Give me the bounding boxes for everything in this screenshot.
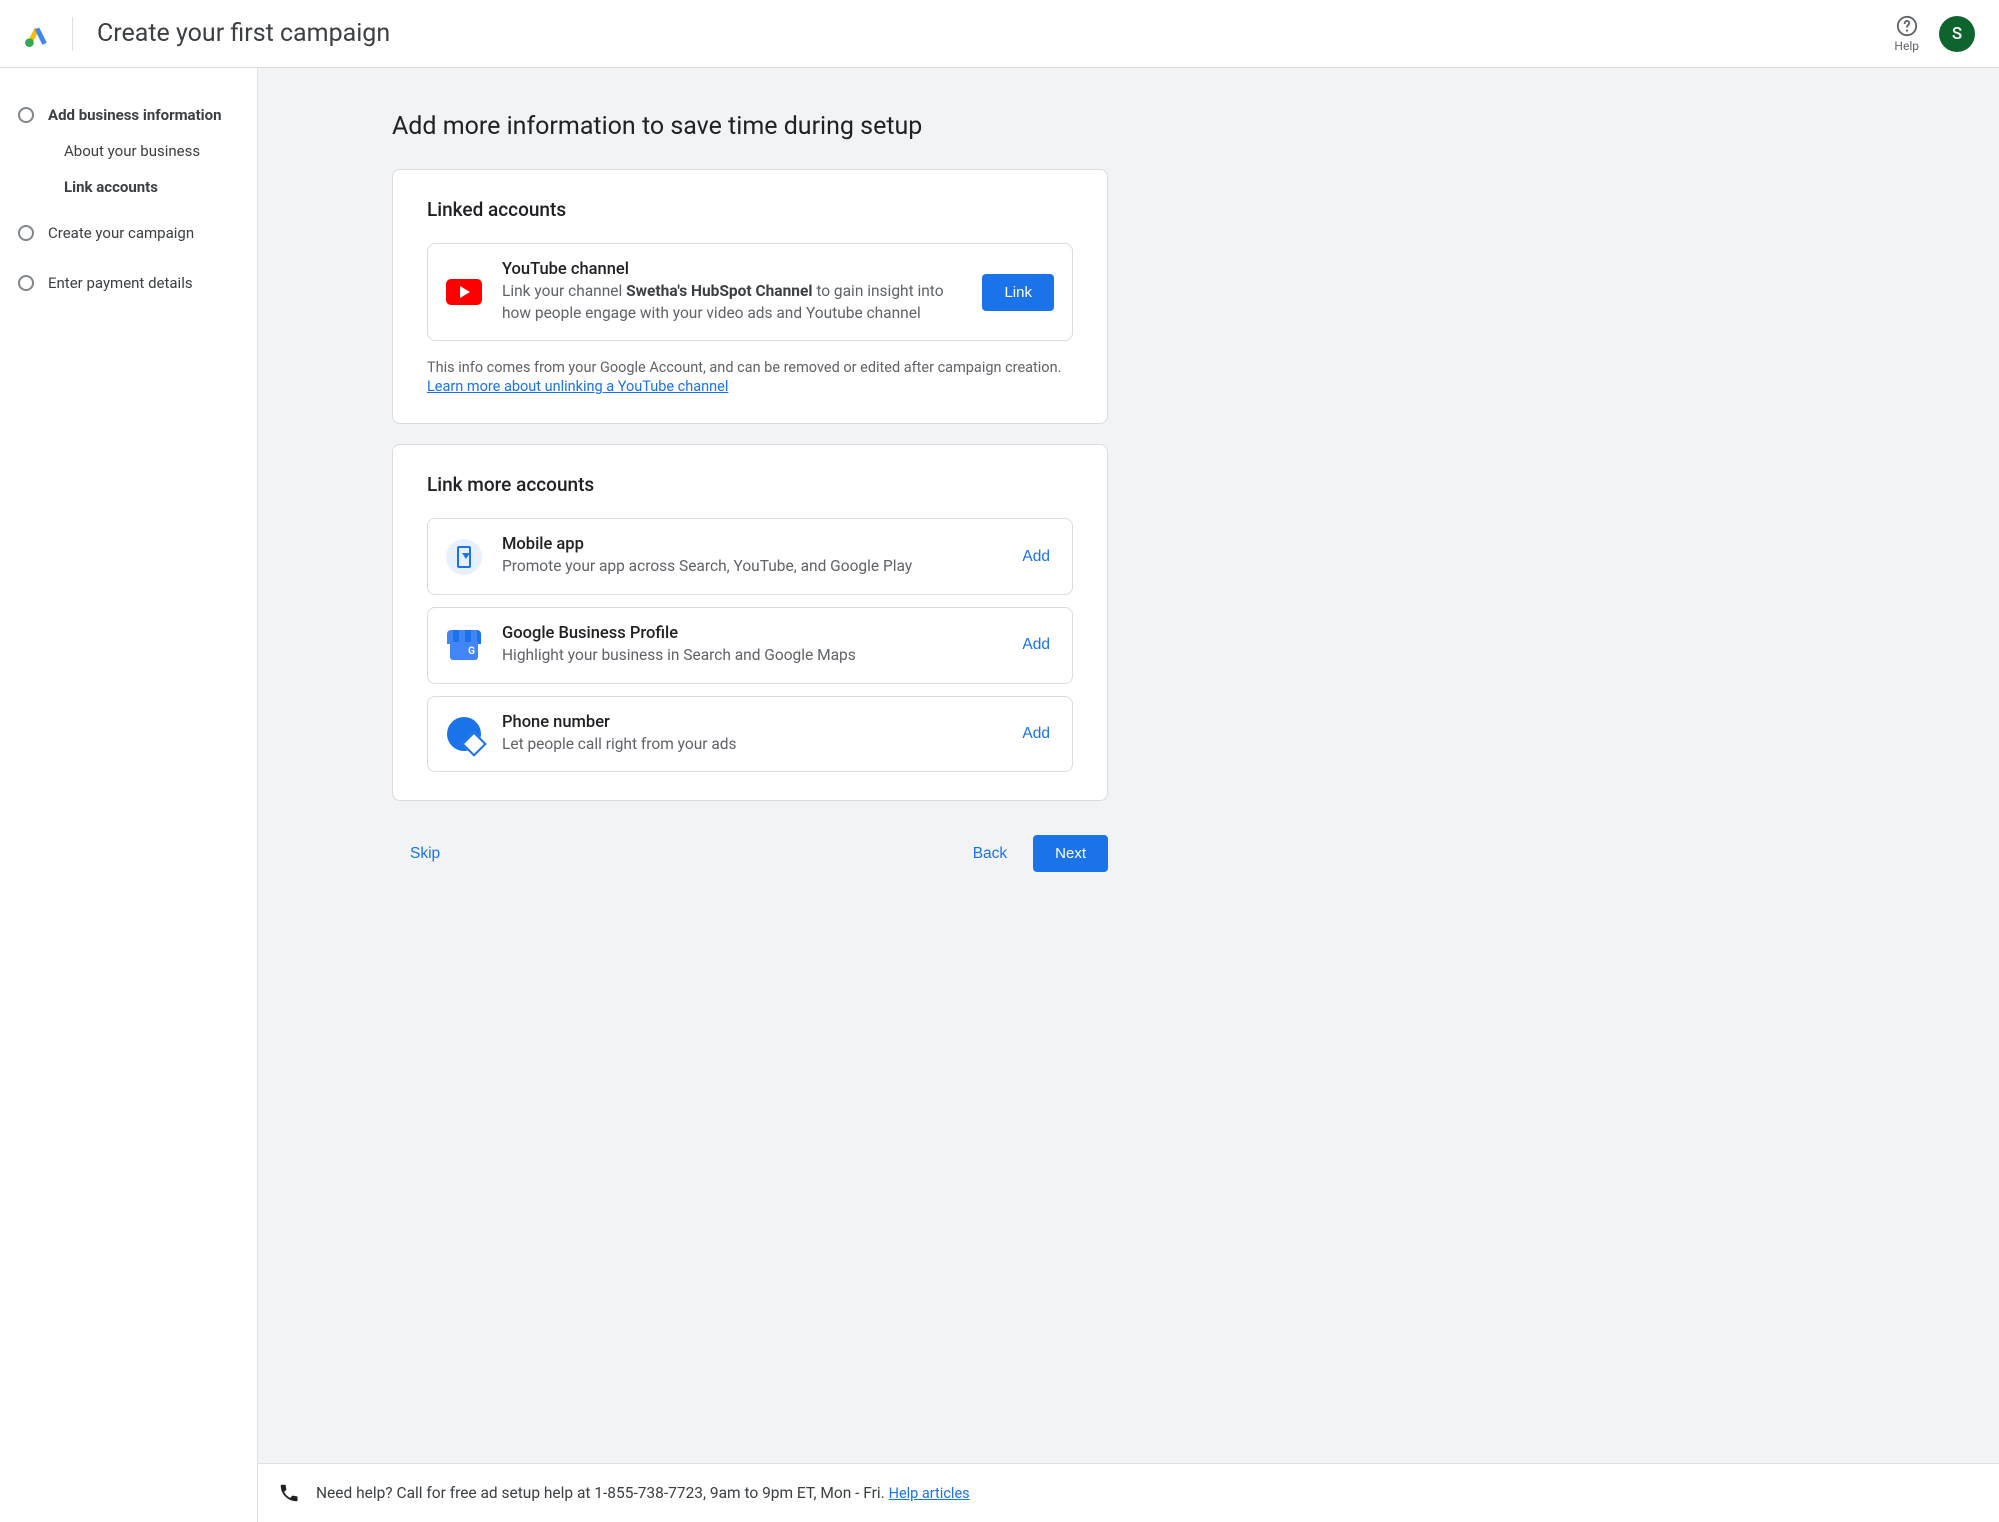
- logo-wrap: [24, 17, 73, 51]
- header-title: Create your first campaign: [97, 19, 390, 48]
- page-heading: Add more information to save time during…: [392, 112, 1865, 141]
- add-mobile-app-button[interactable]: Add: [1018, 540, 1054, 574]
- gbp-icon: G: [446, 627, 482, 663]
- sidebar-substep-about[interactable]: About your business: [64, 142, 247, 160]
- step-circle-icon: [18, 107, 34, 123]
- mobile-app-text: Mobile app Promote your app across Searc…: [502, 535, 998, 578]
- helpbar-text-wrap: Need help? Call for free ad setup help a…: [316, 1484, 970, 1502]
- footer-actions: Skip Back Next: [392, 821, 1108, 882]
- sidebar-substep-link-accounts[interactable]: Link accounts: [64, 178, 247, 196]
- mobile-app-desc: Promote your app across Search, YouTube,…: [502, 556, 998, 578]
- mobile-app-icon: [446, 539, 482, 575]
- helpbar-text: Need help? Call for free ad setup help a…: [316, 1484, 889, 1502]
- phone-icon: [278, 1482, 300, 1504]
- help-button[interactable]: Help: [1894, 15, 1919, 53]
- youtube-desc: Link your channel Swetha's HubSpot Chann…: [502, 281, 962, 324]
- sidebar: Add business information About your busi…: [0, 68, 258, 1522]
- substeps: About your business Link accounts: [18, 142, 247, 196]
- header-right: Help S: [1894, 15, 1975, 53]
- help-label: Help: [1894, 39, 1919, 53]
- next-button[interactable]: Next: [1033, 835, 1108, 872]
- sidebar-step-business-info[interactable]: Add business information: [18, 96, 247, 134]
- add-gbp-button[interactable]: Add: [1018, 628, 1054, 662]
- phone-row: Phone number Let people call right from …: [427, 696, 1073, 773]
- phone-number-icon: [446, 716, 482, 752]
- yt-desc-prefix: Link your channel: [502, 282, 626, 300]
- youtube-text: YouTube channel Link your channel Swetha…: [502, 260, 962, 324]
- sidebar-step-create-campaign[interactable]: Create your campaign: [18, 214, 247, 252]
- back-button[interactable]: Back: [969, 837, 1011, 871]
- google-ads-logo-icon: [24, 21, 50, 47]
- header-left: Create your first campaign: [24, 17, 390, 51]
- help-icon: [1896, 15, 1918, 37]
- content: Add more information to save time during…: [258, 68, 1999, 1463]
- yt-channel-name: Swetha's HubSpot Channel: [626, 282, 812, 300]
- linked-accounts-title: Linked accounts: [427, 198, 1073, 221]
- youtube-account-row: YouTube channel Link your channel Swetha…: [427, 243, 1073, 341]
- mobile-app-name: Mobile app: [502, 535, 998, 554]
- help-articles-link[interactable]: Help articles: [889, 1485, 970, 1502]
- link-more-card: Link more accounts Mobile app Promote yo…: [392, 444, 1108, 801]
- link-more-title: Link more accounts: [427, 473, 1073, 496]
- sidebar-step-payment[interactable]: Enter payment details: [18, 264, 247, 302]
- avatar[interactable]: S: [1939, 16, 1975, 52]
- help-bar: Need help? Call for free ad setup help a…: [258, 1463, 1999, 1522]
- phone-desc: Let people call right from your ads: [502, 734, 998, 756]
- gbp-desc: Highlight your business in Search and Go…: [502, 645, 998, 667]
- phone-name: Phone number: [502, 713, 998, 732]
- youtube-icon: [446, 274, 482, 310]
- unlink-youtube-link[interactable]: Learn more about unlinking a YouTube cha…: [427, 378, 728, 395]
- gbp-name: Google Business Profile: [502, 624, 998, 643]
- add-phone-button[interactable]: Add: [1018, 717, 1054, 751]
- step-circle-icon: [18, 225, 34, 241]
- step-circle-icon: [18, 275, 34, 291]
- app-header: Create your first campaign Help S: [0, 0, 1999, 68]
- youtube-title: YouTube channel: [502, 260, 962, 279]
- linked-accounts-card: Linked accounts YouTube channel Link you…: [392, 169, 1108, 424]
- link-youtube-button[interactable]: Link: [982, 274, 1054, 311]
- skip-button[interactable]: Skip: [392, 837, 444, 871]
- mobile-app-row: Mobile app Promote your app across Searc…: [427, 518, 1073, 595]
- linked-info-text: This info comes from your Google Account…: [427, 359, 1073, 376]
- step-label: Add business information: [48, 106, 222, 124]
- step-label: Enter payment details: [48, 274, 193, 292]
- phone-text: Phone number Let people call right from …: [502, 713, 998, 756]
- main-area: Add more information to save time during…: [258, 68, 1999, 1522]
- gbp-text: Google Business Profile Highlight your b…: [502, 624, 998, 667]
- step-label: Create your campaign: [48, 224, 194, 242]
- gbp-row: G Google Business Profile Highlight your…: [427, 607, 1073, 684]
